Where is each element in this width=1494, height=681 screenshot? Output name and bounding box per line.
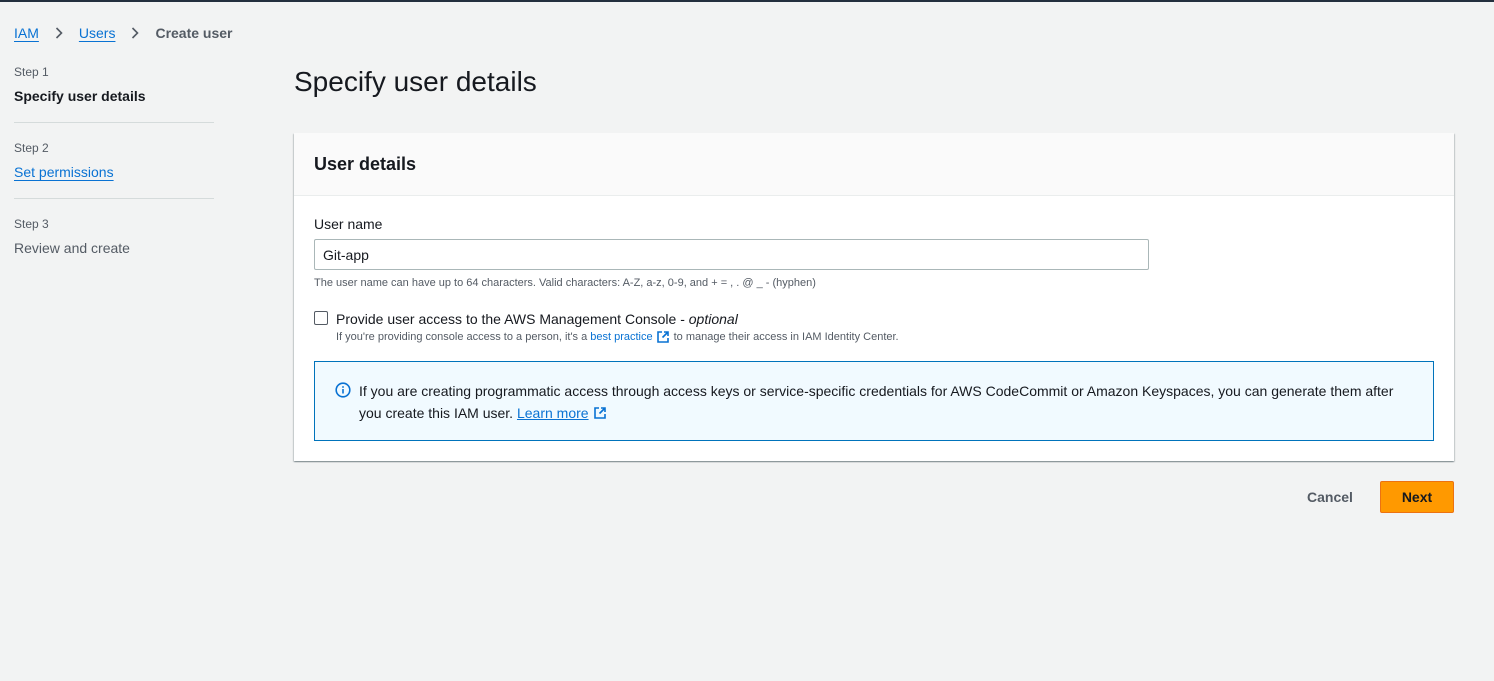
- panel-title: User details: [314, 154, 417, 174]
- optional-tag: optional: [688, 311, 738, 327]
- top-navigation-bar: [0, 0, 1494, 2]
- cancel-button[interactable]: Cancel: [1293, 481, 1367, 513]
- panel-header: User details: [294, 133, 1454, 196]
- learn-more-link[interactable]: Learn more: [517, 405, 589, 421]
- step-link-set-permissions[interactable]: Set permissions: [14, 164, 114, 180]
- user-details-panel: User details User name The user name can…: [294, 133, 1454, 461]
- console-access-label-text: Provide user access to the AWS Managemen…: [336, 311, 689, 327]
- info-alert: If you are creating programmatic access …: [314, 361, 1434, 441]
- best-practice-link[interactable]: best practice: [590, 330, 652, 344]
- wizard-steps: Step 1 Specify user details Step 2 Set p…: [14, 64, 214, 291]
- console-access-description: If you're providing console access to a …: [336, 330, 899, 344]
- alert-text: If you are creating programmatic access …: [359, 383, 1394, 421]
- step-2: Step 2 Set permissions: [14, 140, 214, 199]
- external-link-icon[interactable]: [656, 330, 670, 344]
- user-name-constraint: The user name can have up to 64 characte…: [314, 277, 816, 289]
- step-number: Step 1: [14, 65, 49, 79]
- step-number: Step 3: [14, 217, 49, 231]
- console-access-label[interactable]: Provide user access to the AWS Managemen…: [336, 310, 738, 328]
- info-icon: [335, 382, 351, 398]
- page-title: Specify user details: [294, 66, 537, 97]
- step-label-review-and-create: Review and create: [14, 240, 130, 256]
- chevron-right-icon: [129, 27, 141, 39]
- console-desc-pre: If you're providing console access to a …: [336, 331, 588, 343]
- breadcrumb: IAM Users Create user: [14, 24, 233, 42]
- console-access-checkbox[interactable]: [314, 311, 328, 325]
- user-name-input[interactable]: [314, 239, 1149, 270]
- step-3: Step 3 Review and create: [14, 216, 214, 274]
- breadcrumb-iam-link[interactable]: IAM: [14, 25, 39, 41]
- step-number: Step 2: [14, 141, 49, 155]
- step-label-specify-user-details: Specify user details: [14, 88, 146, 104]
- breadcrumb-users-link[interactable]: Users: [79, 25, 116, 41]
- user-name-label: User name: [314, 216, 383, 232]
- next-button[interactable]: Next: [1380, 481, 1454, 513]
- alert-message: If you are creating programmatic access …: [359, 380, 1419, 424]
- step-1: Step 1 Specify user details: [14, 64, 214, 123]
- chevron-right-icon: [53, 27, 65, 39]
- external-link-icon[interactable]: [593, 406, 607, 420]
- console-desc-post: to manage their access in IAM Identity C…: [673, 331, 899, 343]
- breadcrumb-current: Create user: [155, 25, 233, 41]
